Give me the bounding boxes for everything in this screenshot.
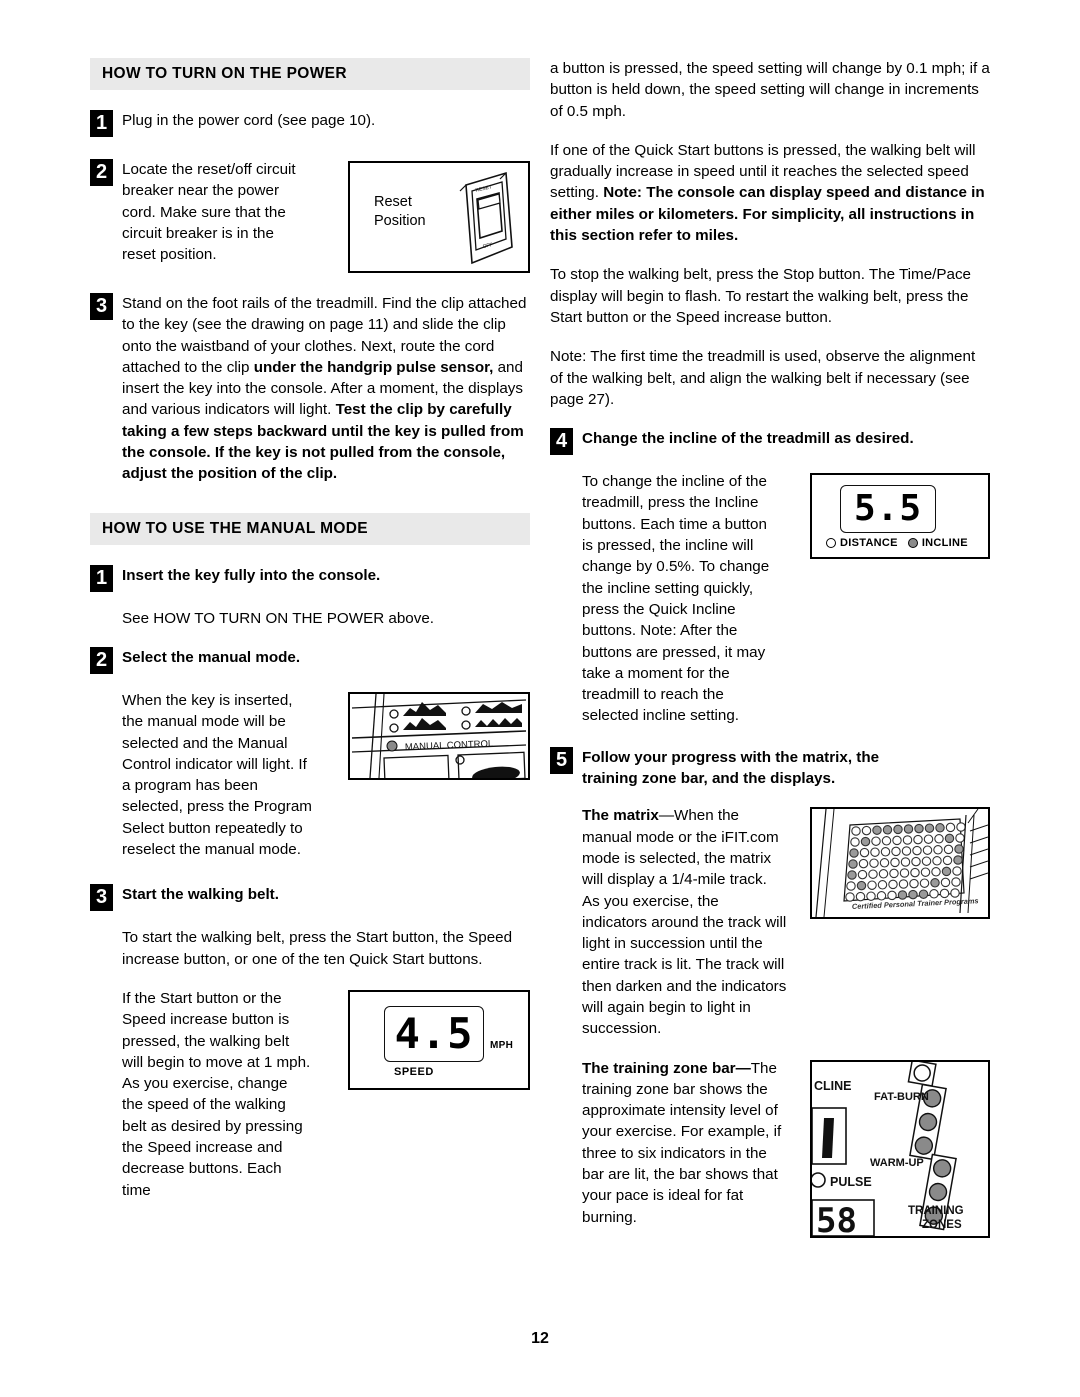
step-4: 4 Change the incline of the treadmill as…: [550, 428, 990, 456]
step-number-badge: 4: [550, 428, 573, 456]
step-number-badge: 2: [90, 646, 113, 674]
zone-training-label-2: ZONES: [922, 1219, 962, 1231]
breaker-label: Reset Position: [374, 193, 426, 231]
zone-pulse-label: PULSE: [830, 1175, 872, 1189]
step-title-text: Start the walking belt.: [122, 886, 279, 904]
step-text: Stand on the foot rails of the treadmill…: [122, 293, 530, 485]
breaker-label-line1: Reset: [374, 194, 412, 210]
reset-position-figure: Reset Position RESET OFF: [348, 161, 530, 273]
section-heading-manual-mode: HOW TO USE THE MANUAL MODE: [90, 512, 530, 545]
step-5-zone-body: The training zone bar—The training zone …: [582, 1058, 782, 1228]
step-power-1: 1 Plug in the power cord (see page 10).: [90, 110, 530, 137]
zone-lead-bold: The training zone bar—: [582, 1059, 751, 1077]
step-4-block: 5.5 DISTANCE INCLINE To change the incli…: [550, 471, 990, 745]
incline-display-figure: 5.5 DISTANCE INCLINE: [810, 473, 990, 560]
step-title: Change the incline of the treadmill as d…: [582, 428, 914, 455]
section-heading-power: HOW TO TURN ON THE POWER: [90, 58, 530, 90]
incline-indicator-dot: [907, 538, 918, 549]
step-number-badge: 3: [90, 884, 113, 912]
step-manual-2-body-wrap: When the key is inserted, the manual mod…: [122, 691, 312, 859]
step-number-badge: 2: [90, 159, 113, 186]
step-text: Locate the reset/off circuit breaker nea…: [122, 161, 296, 264]
step-manual-2: 2 Select the manual mode.: [90, 646, 530, 674]
step-manual-3: 3 Start the walking belt.: [90, 884, 530, 912]
step-power-2: 2 Locate the reset/off circuit breaker n…: [90, 159, 334, 265]
incline-lcd-window: 5.5: [840, 485, 936, 534]
breaker-label-line2: Position: [374, 213, 426, 229]
right-para-4: Note: The first time the treadmill is us…: [550, 348, 976, 408]
zone-lead-text: The training zone bar shows the approxim…: [582, 1059, 782, 1226]
right-para-3: To stop the walking belt, press the Stop…: [550, 266, 971, 326]
step-title: Insert the key fully into the console.: [122, 565, 380, 592]
zone-incline-label: CLINE: [814, 1079, 852, 1093]
left-column: HOW TO TURN ON THE POWER 1 Plug in the p…: [90, 58, 530, 1201]
incline-indicators: DISTANCE INCLINE: [826, 537, 968, 549]
step-5-zone-block: CLINE PULSE 58 FAT-BURN WARM-UP TRAINING…: [550, 1058, 990, 1244]
step-manual-2-block: MANUAL CONTROL When the key is inserted,…: [90, 690, 530, 878]
step-title: Start the walking belt.: [122, 884, 279, 911]
step-manual-1: 1 Insert the key fully into the console.: [90, 564, 530, 592]
step-manual-3-body2-wrap: If the Start button or the Speed increas…: [122, 989, 311, 1199]
step-manual-3-body1: To start the walking belt, press the Sta…: [122, 929, 513, 968]
matrix-lead-text: —When the manual mode or the iFIT.com mo…: [582, 807, 787, 1038]
zone-warmup-label: WARM-UP: [870, 1157, 924, 1169]
speed-caption: SPEED: [394, 1065, 434, 1078]
step-5-matrix-body: The matrix—When the manual mode or the i…: [582, 805, 787, 1039]
console-manual-control-figure: MANUAL CONTROL: [348, 691, 530, 780]
step-number-badge: 3: [90, 293, 113, 320]
matrix-figure: Certified Personal Trainer Programs: [810, 807, 990, 920]
zone-digits: 58: [816, 1201, 857, 1236]
training-zone-figure: CLINE PULSE 58 FAT-BURN WARM-UP TRAINING…: [810, 1059, 990, 1238]
right-para-2: If one of the Quick Start buttons is pre…: [550, 140, 990, 246]
step-manual-3-block: 4.5 MPH SPEED If the Start button or the…: [90, 988, 530, 1201]
step-title-text: Insert the key fully into the console.: [122, 566, 381, 584]
distance-label: DISTANCE: [840, 537, 898, 550]
speed-value: 4.5: [394, 1008, 474, 1058]
manual-control-label: MANUAL CONTROL: [405, 738, 494, 753]
step-5: 5 Follow your progress with the matrix, …: [550, 746, 990, 790]
page-number: 12: [531, 1330, 549, 1347]
right-column: a button is pressed, the speed setting w…: [550, 58, 990, 1244]
step-title-text: Change the incline of the treadmill as d…: [582, 430, 914, 448]
step-4-body-wrap: To change the incline of the treadmill, …: [582, 473, 770, 725]
incline-label: INCLINE: [921, 537, 968, 550]
speed-unit-label: MPH: [490, 1039, 514, 1051]
console-panel-icon: MANUAL CONTROL: [351, 693, 527, 778]
step-power-3: 3 Stand on the foot rails of the treadmi…: [90, 293, 530, 485]
step-title-text: Select the manual mode.: [122, 648, 301, 666]
step-number-badge: 5: [550, 746, 573, 774]
training-zone-bar-icon: CLINE PULSE 58 FAT-BURN WARM-UP TRAINING…: [812, 1061, 964, 1236]
speed-display-figure: 4.5 MPH SPEED: [348, 989, 530, 1090]
step-5-matrix-block: Certified Personal Trainer Programs The …: [550, 805, 990, 1057]
step-power-2-block: Reset Position RESET OFF 2 Locate the re…: [90, 159, 530, 279]
distance-indicator-dot: [826, 538, 836, 549]
zone-fatburn-label: FAT-BURN: [874, 1091, 929, 1103]
incline-value: 5.5: [853, 488, 923, 530]
step-number-badge: 1: [90, 564, 113, 592]
step-title: Follow your progress with the matrix, th…: [582, 747, 932, 790]
manual-page: HOW TO TURN ON THE POWER 1 Plug in the p…: [0, 0, 1080, 1397]
step-number-badge: 1: [90, 110, 113, 137]
matrix-lead-bold: The matrix: [582, 807, 659, 825]
right-para-2-bold: Note: The console can display speed and …: [550, 184, 985, 245]
right-para-1: a button is pressed, the speed setting w…: [550, 60, 990, 120]
step-title: Select the manual mode.: [122, 647, 300, 674]
matrix-display-icon: Certified Personal Trainer Programs: [815, 809, 988, 918]
step-title-text: Follow your progress with the matrix, th…: [582, 748, 880, 788]
step3-bold1: under the handgrip pulse sensor,: [253, 358, 494, 376]
step-manual-1-body: See HOW TO TURN ON THE POWER above.: [122, 609, 434, 627]
speed-lcd-window: 4.5: [384, 1005, 484, 1062]
circuit-breaker-switch-icon: RESET OFF: [459, 171, 513, 265]
step-text: Plug in the power cord (see page 10).: [122, 112, 376, 129]
zone-training-label-1: TRAINING: [908, 1205, 964, 1217]
